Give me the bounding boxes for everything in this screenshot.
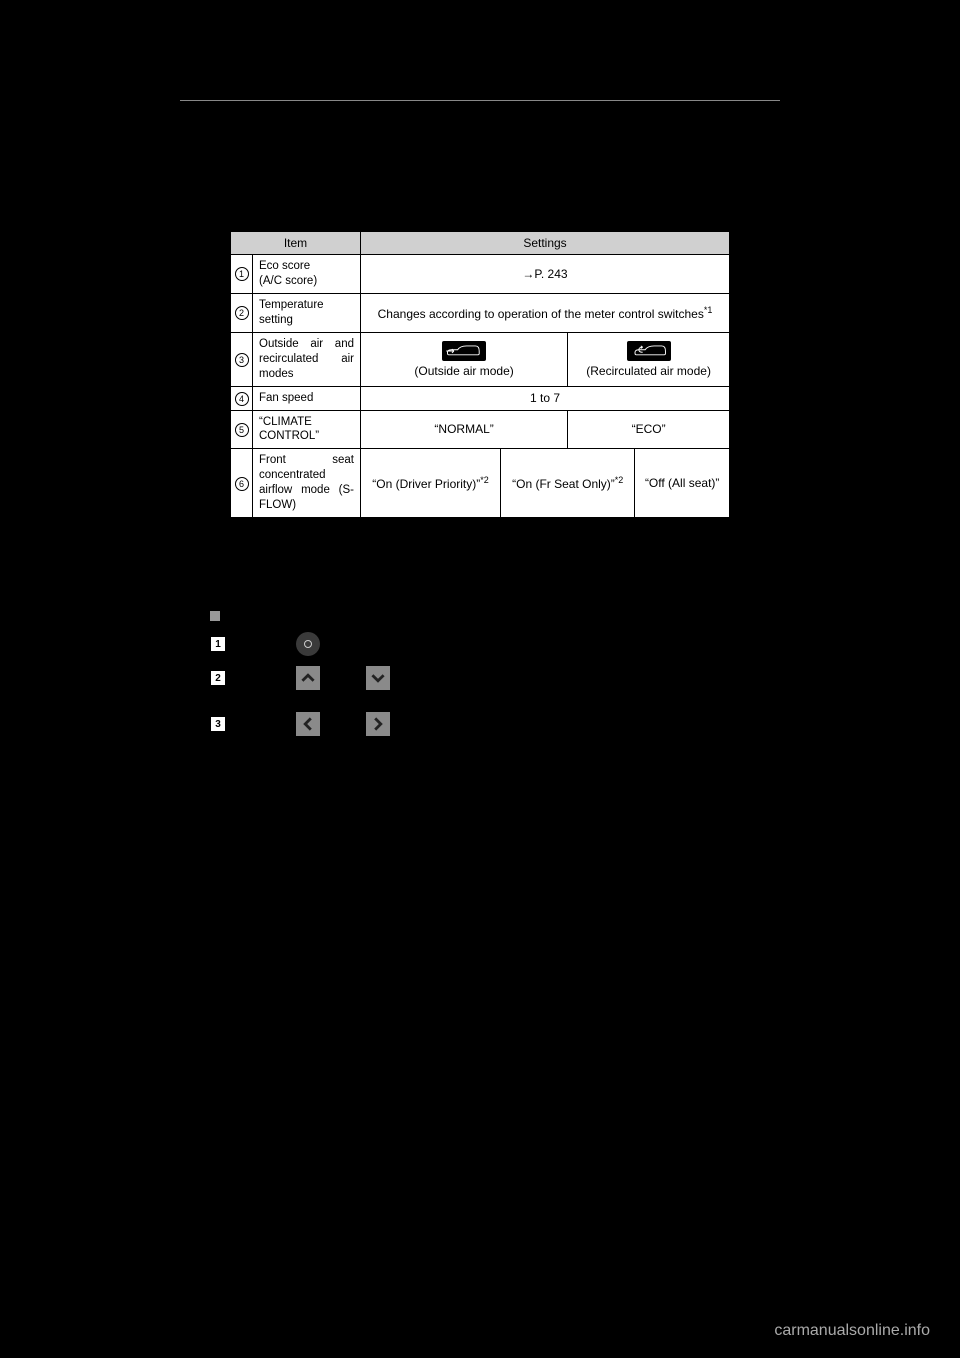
- settings-text: “On (Driver Priority)”: [372, 477, 480, 491]
- down-arrow-icon[interactable]: [366, 666, 390, 690]
- table-header-row: Item Settings: [231, 232, 730, 255]
- th-settings: Settings: [361, 232, 730, 255]
- row-settings-right: “ECO”: [568, 410, 730, 449]
- step-row: 3: [210, 712, 900, 736]
- row-settings: 1 to 7: [361, 386, 730, 410]
- step-number: 2: [210, 670, 226, 686]
- settings-table: Item Settings 1 Eco score (A/C score) →P…: [230, 231, 730, 518]
- table-row: 1 Eco score (A/C score) →P. 243: [231, 255, 730, 294]
- footnote-ref: *2: [615, 475, 624, 485]
- row-settings-c2: “On (Fr Seat Only)”*2: [501, 449, 635, 518]
- row-settings-left: “NORMAL”: [361, 410, 568, 449]
- circled-number: 5: [235, 423, 249, 437]
- outside-air-icon: [442, 341, 486, 361]
- row-index: 1: [231, 255, 253, 294]
- settings-table-wrap: Item Settings 1 Eco score (A/C score) →P…: [230, 231, 730, 518]
- page-header-rule: [180, 100, 780, 101]
- table-row: 4 Fan speed 1 to 7: [231, 386, 730, 410]
- air-mode-label: (Outside air mode): [414, 364, 513, 378]
- footnote-ref: *1: [704, 305, 713, 315]
- row-index: 3: [231, 332, 253, 386]
- watermark: carmanualsonline.info: [774, 1322, 930, 1340]
- row-settings: Changes according to operation of the me…: [361, 293, 730, 332]
- table-row: 6 Front seat concentrated airflow mode (…: [231, 449, 730, 518]
- step-number: 1: [210, 636, 226, 652]
- row-index: 6: [231, 449, 253, 518]
- table-row: 5 “CLIMATE CONTROL” “NORMAL” “ECO”: [231, 410, 730, 449]
- air-mode-recirculated: (Recirculated air mode): [568, 332, 730, 386]
- footnote-ref: *2: [480, 475, 489, 485]
- row-item: Temperature setting: [253, 293, 361, 332]
- section-bullet-row: [210, 608, 900, 622]
- manual-page: Item Settings 1 Eco score (A/C score) →P…: [0, 0, 960, 786]
- right-arrow-icon[interactable]: [366, 712, 390, 736]
- table-row: 2 Temperature setting Changes according …: [231, 293, 730, 332]
- circled-number: 3: [235, 353, 249, 367]
- settings-text: “On (Fr Seat Only)”: [512, 477, 615, 491]
- row-item: “CLIMATE CONTROL”: [253, 410, 361, 449]
- step-row: 1: [210, 632, 900, 656]
- row-item: Front seat concentrated airflow mode (S-…: [253, 449, 361, 518]
- step-number: 3: [210, 716, 226, 732]
- circled-number: 6: [235, 477, 249, 491]
- air-mode-outside: (Outside air mode): [361, 332, 568, 386]
- circled-number: 1: [235, 267, 249, 281]
- row-item: Fan speed: [253, 386, 361, 410]
- circled-number: 2: [235, 306, 249, 320]
- up-arrow-icon[interactable]: [296, 666, 320, 690]
- steps-area: 1 2 3: [210, 608, 900, 736]
- circle-dot-icon: [304, 640, 312, 648]
- settings-text: Changes according to operation of the me…: [378, 307, 704, 321]
- table-row: 3 Outside air and recirculated air modes…: [231, 332, 730, 386]
- circled-number: 4: [235, 392, 249, 406]
- left-arrow-icon[interactable]: [296, 712, 320, 736]
- recirculated-air-icon: [627, 341, 671, 361]
- row-index: 2: [231, 293, 253, 332]
- row-item: Outside air and recirculated air modes: [253, 332, 361, 386]
- air-mode-label: (Recirculated air mode): [586, 364, 711, 378]
- square-bullet-icon: [210, 611, 220, 621]
- step-row: 2: [210, 666, 900, 690]
- row-settings-c3: “Off (All seat)”: [635, 449, 730, 518]
- row-item: Eco score (A/C score): [253, 255, 361, 294]
- row-index: 5: [231, 410, 253, 449]
- th-item: Item: [231, 232, 361, 255]
- row-settings: →P. 243: [361, 255, 730, 294]
- enter-button-icon[interactable]: [296, 632, 320, 656]
- row-settings-c1: “On (Driver Priority)”*2: [361, 449, 501, 518]
- row-index: 4: [231, 386, 253, 410]
